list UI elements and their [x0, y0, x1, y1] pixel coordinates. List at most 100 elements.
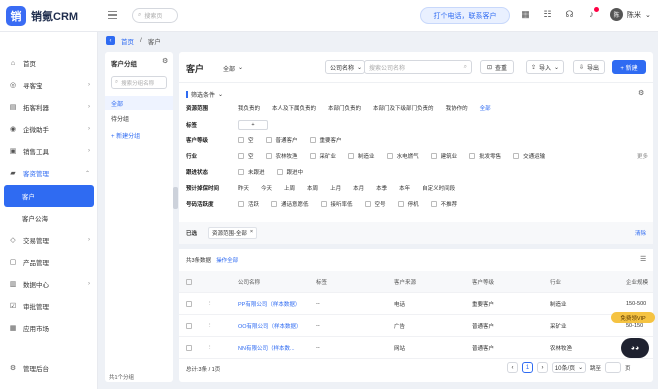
filter-checkbox[interactable]: 停机: [397, 200, 419, 208]
operate-all-button[interactable]: 操作全部: [216, 256, 238, 264]
close-icon[interactable]: ×: [250, 229, 253, 237]
prev-page-button[interactable]: ‹: [507, 362, 518, 373]
headset-icon[interactable]: ☊: [564, 9, 575, 20]
filter-option[interactable]: 我协作的: [446, 104, 468, 112]
app-logo[interactable]: 销 销氪CRM: [6, 6, 78, 26]
sidebar-item-market[interactable]: ▦ 应用市场: [0, 317, 98, 339]
page-search-input[interactable]: ⌕ 搜索页: [132, 8, 178, 23]
sidebar-item-product[interactable]: ▢ 产品管理: [0, 251, 98, 273]
selected-chip[interactable]: 资源范围-全部 ×: [208, 227, 258, 239]
filter-option[interactable]: 昨天: [238, 184, 249, 192]
assistant-robot-icon[interactable]: ◕◕: [621, 338, 649, 358]
filter-checkbox[interactable]: 活跃: [238, 200, 259, 208]
checkbox[interactable]: [430, 201, 437, 207]
add-tag-button[interactable]: +: [238, 120, 268, 130]
checkbox[interactable]: [513, 153, 520, 159]
group-item-ungrouped[interactable]: 待分组: [111, 114, 129, 123]
breadcrumb-home[interactable]: 首页: [121, 36, 134, 46]
filter-checkbox[interactable]: 建筑业: [430, 152, 457, 160]
export-button[interactable]: ⇩ 导出: [573, 60, 605, 74]
company-link[interactable]: OO有限公司（样本数据）: [238, 322, 302, 330]
search-type-select[interactable]: 公司名称 ⌄: [325, 60, 365, 74]
table-row[interactable]: ⋮ PP有限公司（样本数据） -- 电话 重要客户 制造业 150-500: [179, 293, 653, 315]
table-row[interactable]: ⋮ OO有限公司（样本数据） -- 广告 普通客户 采矿业 50-150: [179, 315, 653, 337]
sidebar-item-acquisition[interactable]: ▤ 拓客利器 ›: [0, 96, 98, 118]
checkbox[interactable]: [276, 169, 283, 175]
filter-checkbox[interactable]: 普通客户: [265, 136, 298, 144]
checkbox[interactable]: [238, 153, 244, 159]
goto-page-input[interactable]: [605, 362, 622, 373]
free-vip-badge[interactable]: 免费领VIP: [611, 312, 655, 323]
filter-option[interactable]: 本季: [376, 184, 387, 192]
checkbox[interactable]: [386, 153, 393, 159]
row-more-icon[interactable]: ⋮: [207, 345, 213, 351]
checkbox[interactable]: [238, 169, 244, 175]
filter-checkbox[interactable]: 通话意愿低: [271, 200, 309, 208]
checkbox[interactable]: [348, 153, 355, 159]
filter-checkbox[interactable]: 批发零售: [469, 152, 501, 160]
sidebar-item-sales-tools[interactable]: ▣ 销售工具 ›: [0, 140, 98, 162]
sidebar-item-customer-pool[interactable]: 客户公海: [0, 207, 98, 229]
checkbox[interactable]: [265, 153, 272, 159]
page-size-select[interactable]: 10条/页 ⌄: [552, 362, 586, 373]
row-more-icon[interactable]: ⋮: [207, 301, 213, 307]
list-settings-icon[interactable]: ☰: [640, 255, 646, 263]
filter-option[interactable]: 本年: [399, 184, 410, 192]
sidebar-item-prospect[interactable]: ◎ 寻客宝 ›: [0, 74, 98, 96]
sidebar-item-trade[interactable]: ◇ 交易管理 ›: [0, 229, 98, 251]
group-item-all[interactable]: 全部: [105, 96, 173, 110]
sidebar-item-customer-mgmt[interactable]: ▰ 客资管理 ⌃: [0, 162, 98, 184]
dedupe-button[interactable]: ⊡ 查重: [480, 60, 514, 74]
contacts-icon[interactable]: ☷: [542, 9, 553, 20]
filter-checkbox[interactable]: 重要客户: [309, 136, 342, 144]
checkbox[interactable]: [265, 137, 272, 143]
company-search-input[interactable]: 搜索公司名称 ⌕: [364, 60, 472, 74]
checkbox[interactable]: [430, 153, 437, 159]
user-menu[interactable]: 陈 陈米 ⌄: [610, 8, 651, 21]
filter-checkbox[interactable]: 采矿业: [309, 152, 336, 160]
filter-option[interactable]: 本部门及下级部门负责的: [373, 104, 434, 112]
gear-icon[interactable]: ⚙: [162, 57, 168, 65]
checkbox[interactable]: [238, 137, 244, 143]
row-checkbox[interactable]: [186, 322, 192, 329]
bell-icon[interactable]: ♪: [586, 7, 599, 20]
new-group-button[interactable]: + 新建分组: [111, 131, 140, 140]
filter-option[interactable]: 今天: [261, 184, 272, 192]
row-checkbox[interactable]: [186, 344, 192, 351]
filter-checkbox[interactable]: 农林牧渔: [265, 152, 298, 160]
checkbox[interactable]: [320, 201, 327, 207]
filter-checkbox[interactable]: 不推荐: [430, 200, 457, 208]
filter-checkbox[interactable]: 空号: [364, 200, 386, 208]
new-customer-button[interactable]: + 新建: [612, 60, 646, 74]
filter-option[interactable]: 我负责的: [238, 104, 260, 112]
settings-gear-icon[interactable]: ⚙: [638, 89, 644, 97]
filter-checkbox[interactable]: 未跟进: [238, 168, 265, 176]
filter-checkbox[interactable]: 接听率低: [320, 200, 353, 208]
checkbox[interactable]: [309, 153, 316, 159]
sidebar-item-approval[interactable]: ☑ 审批管理: [0, 295, 98, 317]
view-select[interactable]: 全部 ⌄: [223, 64, 243, 73]
checkbox[interactable]: [238, 201, 244, 207]
sidebar-item-admin[interactable]: ⚙ 管理后台: [0, 357, 98, 379]
row-more-icon[interactable]: ⋮: [207, 323, 213, 329]
sidebar-item-customers[interactable]: 客户: [4, 185, 94, 207]
import-button[interactable]: ⇪ 导入 ⌄: [526, 60, 564, 74]
call-customer-button[interactable]: 打个电话，联系客户: [420, 7, 510, 24]
filter-option[interactable]: 上周: [284, 184, 295, 192]
checkbox[interactable]: [309, 137, 316, 143]
filter-checkbox[interactable]: 水电燃气: [386, 152, 419, 160]
filter-option[interactable]: 本月: [353, 184, 364, 192]
menu-toggle-icon[interactable]: [108, 11, 117, 19]
filter-checkbox[interactable]: 跟进中: [276, 168, 303, 176]
checkbox[interactable]: [397, 201, 404, 207]
filter-checkbox[interactable]: 制造业: [348, 152, 375, 160]
sidebar-item-home[interactable]: ⌂ 首页: [0, 52, 98, 74]
select-all-checkbox[interactable]: [186, 278, 192, 285]
checkbox[interactable]: [469, 153, 476, 159]
row-checkbox[interactable]: [186, 300, 192, 307]
back-icon[interactable]: ‹: [106, 36, 115, 45]
page-number[interactable]: 1: [522, 362, 533, 373]
sidebar-item-wecom[interactable]: ◉ 企微助手 ›: [0, 118, 98, 140]
filter-option[interactable]: 本人及下属负责的: [272, 104, 316, 112]
clear-button[interactable]: 清除: [635, 229, 646, 237]
